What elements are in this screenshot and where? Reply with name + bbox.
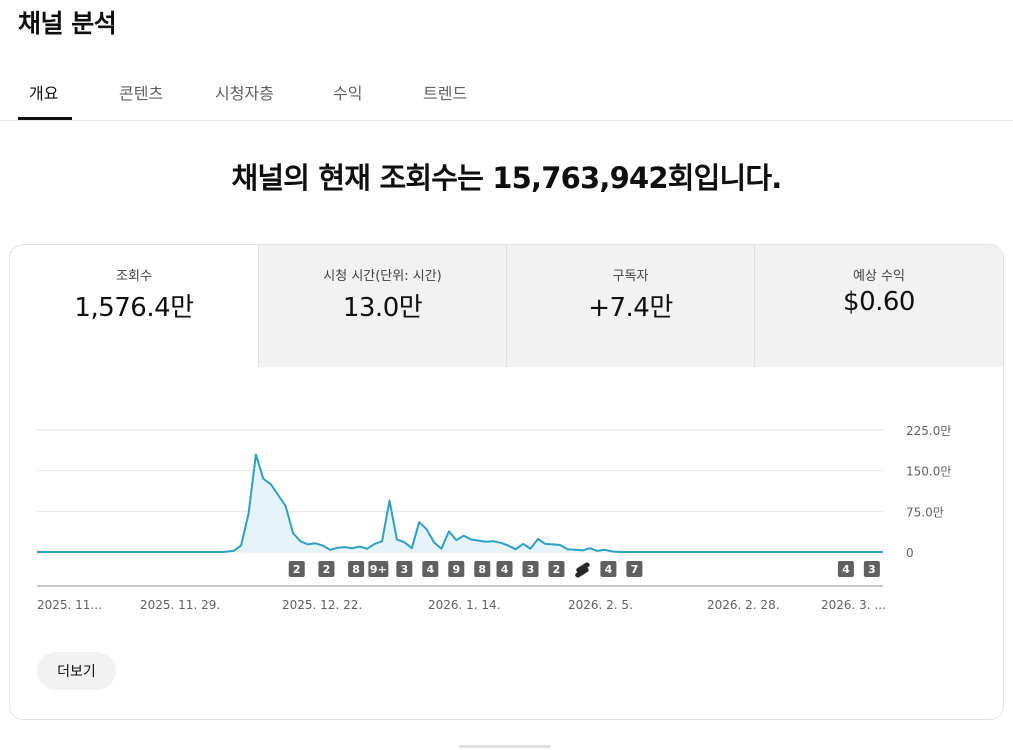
upload-count-marker[interactable]: 8 — [348, 561, 365, 577]
shorts-icon-shape — [575, 562, 590, 578]
upload-count-marker[interactable]: 4 — [496, 561, 513, 577]
marker-count: 4 — [426, 563, 434, 576]
shorts-icon[interactable] — [575, 562, 590, 578]
upload-count-marker[interactable]: 4 — [422, 561, 439, 577]
y-tick-label: 225.0만 — [906, 424, 951, 438]
upload-count-marker[interactable]: 9+ — [368, 561, 389, 577]
tab-trends[interactable]: 트렌드 — [423, 80, 467, 104]
marker-count: 3 — [401, 563, 409, 576]
more-button[interactable]: 더보기 — [37, 652, 116, 690]
scroll-indicator — [459, 745, 551, 748]
marker-count: 9 — [452, 563, 460, 576]
tab-overview[interactable]: 개요 — [29, 80, 58, 104]
upload-count-marker[interactable]: 4 — [600, 561, 617, 577]
upload-count-marker[interactable]: 7 — [626, 561, 643, 577]
channel-views-headline: 채널의 현재 조회수는 15,763,942회입니다. — [231, 161, 782, 195]
upload-count-marker[interactable]: 3 — [396, 561, 413, 577]
marker-count: 7 — [631, 563, 639, 576]
marker-count: 9+ — [370, 563, 387, 576]
marker-count: 2 — [553, 563, 561, 576]
y-tick-label: 150.0만 — [906, 465, 951, 479]
analytics-card: 조회수 1,576.4만 시청 시간(단위: 시간) 13.0만 구독자 +7.… — [9, 244, 1004, 720]
x-tick-label: 2026. 1. 14. — [428, 598, 501, 612]
x-tick-label: 2026. 2. 5. — [568, 598, 633, 612]
marker-count: 8 — [352, 563, 360, 576]
marker-count: 2 — [323, 563, 331, 576]
marker-count: 8 — [478, 563, 486, 576]
upload-count-marker[interactable]: 4 — [837, 561, 854, 577]
tab-bar: 개요 콘텐츠 시청자층 수익 트렌드 — [0, 66, 1013, 121]
x-tick-label: 2025. 11... — [37, 598, 102, 612]
x-tick-label: 2025. 11. 29. — [140, 598, 220, 612]
upload-count-marker[interactable]: 8 — [474, 561, 491, 577]
upload-count-marker[interactable]: 3 — [863, 561, 880, 577]
tab-audience[interactable]: 시청자층 — [215, 80, 274, 104]
upload-count-marker[interactable]: 2 — [288, 561, 305, 577]
upload-count-marker[interactable]: 9 — [448, 561, 465, 577]
marker-count: 2 — [293, 563, 301, 576]
tab-revenue[interactable]: 수익 — [333, 80, 362, 104]
marker-count: 4 — [842, 563, 850, 576]
upload-count-marker[interactable]: 2 — [548, 561, 565, 577]
y-tick-label: 0 — [906, 546, 914, 560]
marker-count: 3 — [527, 563, 535, 576]
views-line — [37, 453, 883, 553]
x-tick-label: 2025. 12. 22. — [282, 598, 362, 612]
active-tab-indicator — [18, 117, 72, 120]
views-chart[interactable]: 0 75.0만 150.0만 225.0만 2 2 8 9+ 3 4 9 8 4 3 2 4 7 4 3 2025. … — [10, 245, 1003, 719]
tab-content[interactable]: 콘텐츠 — [119, 80, 163, 104]
marker-count: 4 — [501, 563, 509, 576]
y-tick-label: 75.0만 — [906, 505, 944, 519]
marker-count: 4 — [605, 563, 613, 576]
upload-count-marker[interactable]: 2 — [318, 561, 335, 577]
upload-count-marker[interactable]: 3 — [522, 561, 539, 577]
x-tick-label: 2026. 3. ... — [821, 598, 886, 612]
page-title: 채널 분석 — [18, 9, 117, 38]
x-tick-label: 2026. 2. 28. — [707, 598, 780, 612]
marker-count: 3 — [868, 563, 876, 576]
